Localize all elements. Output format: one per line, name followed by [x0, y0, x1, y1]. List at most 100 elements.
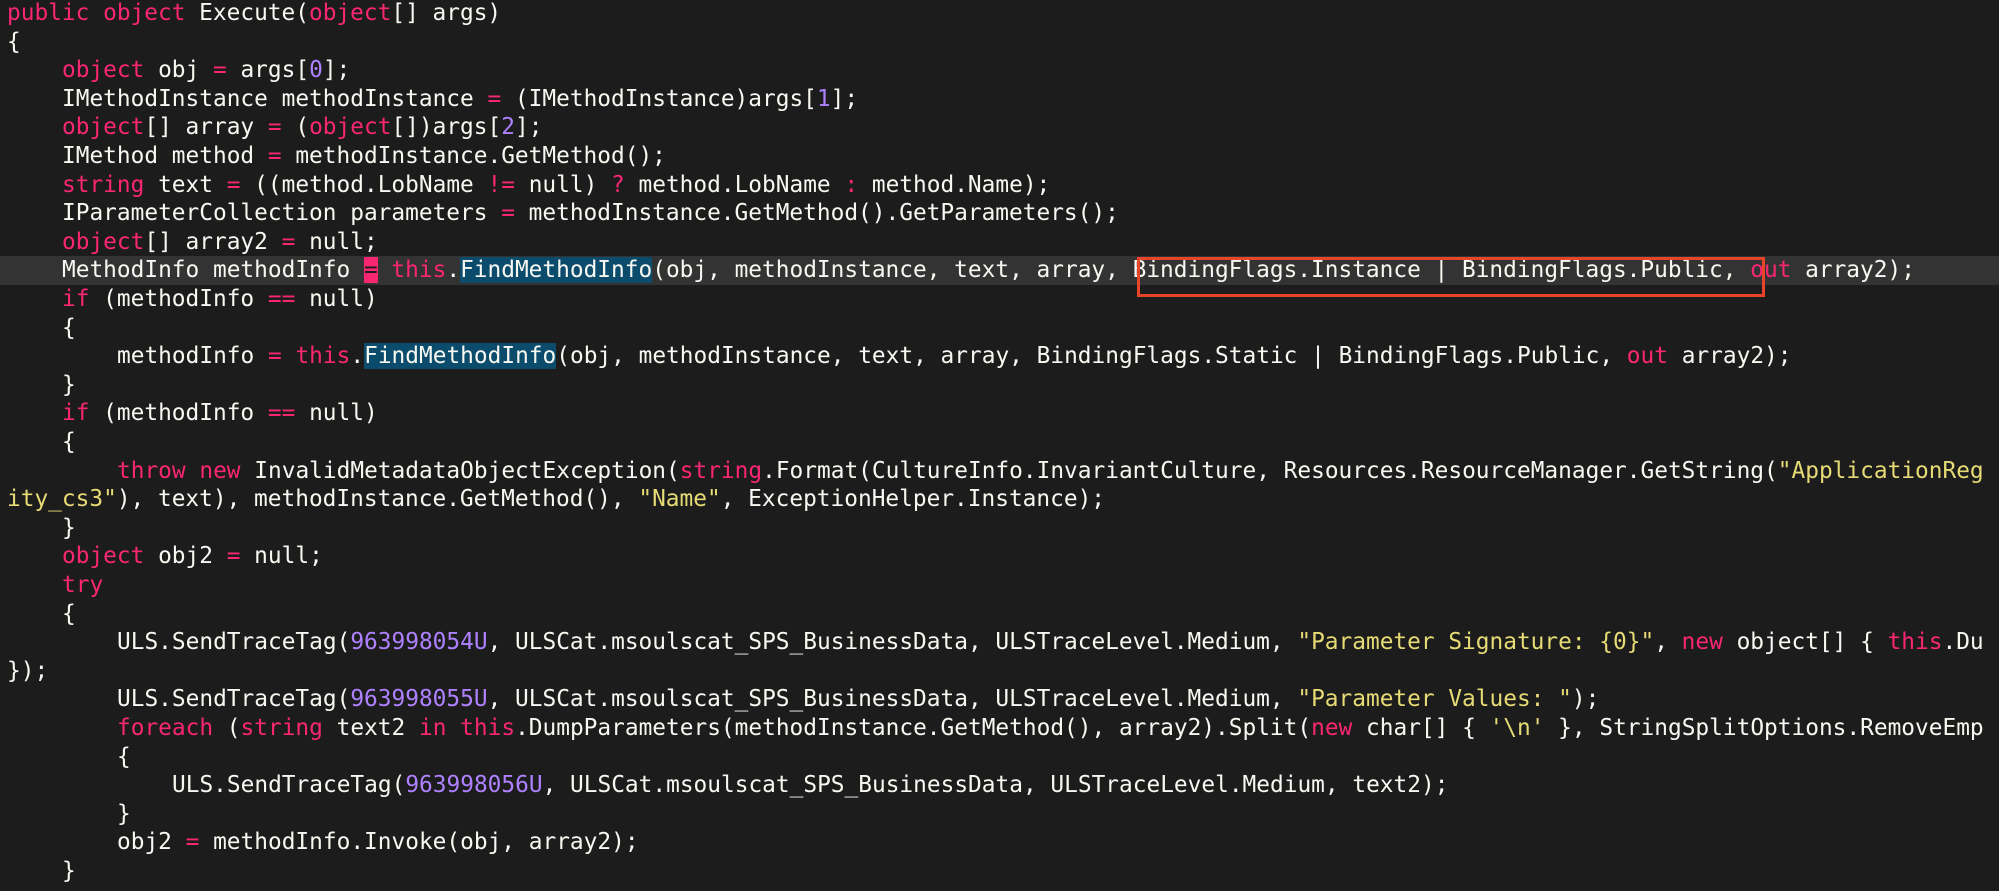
keyword-token: public — [7, 0, 90, 26]
punctuation-token: } — [62, 858, 76, 884]
keyword-token: object — [308, 0, 392, 26]
keyword-token: object — [62, 543, 145, 570]
identifier-token: ]; — [322, 57, 351, 84]
keyword-token: string — [62, 171, 145, 198]
cursor-token: = — [363, 257, 378, 284]
identifier-token: (IMethodInstance)args[ — [501, 85, 817, 112]
code-line[interactable]: } — [0, 800, 1999, 829]
code-line[interactable]: } — [0, 857, 1999, 886]
punctuation-token: { — [62, 314, 76, 341]
code-line[interactable]: IMethodInstance methodInstance = (IMetho… — [0, 85, 1999, 114]
identifier-token: IMethod method — [62, 143, 268, 169]
code-line[interactable]: IMethod method = methodInstance.GetMetho… — [0, 142, 1999, 171]
keyword-token: if — [62, 286, 90, 312]
code-line[interactable]: { — [0, 428, 1999, 457]
identifier-token: .Format(CultureInfo.InvariantCulture, Re… — [762, 457, 1778, 484]
identifier-token — [446, 715, 460, 741]
code-line[interactable]: } — [0, 514, 1999, 543]
keyword-token: string — [240, 715, 323, 741]
code-line[interactable]: try — [0, 571, 1999, 600]
keyword-token: if — [62, 400, 90, 427]
punctuation-token: } — [62, 371, 76, 398]
string-literal: "ApplicationReg — [1777, 457, 1984, 484]
identifier-token: MethodInfo methodInfo — [62, 257, 364, 284]
code-line[interactable]: ULS.SendTraceTag(963998055U, ULSCat.msou… — [0, 685, 1999, 714]
keyword-token: out — [1626, 343, 1668, 370]
code-line[interactable]: object[] array2 = null; — [0, 228, 1999, 257]
identifier-token: null) — [514, 171, 612, 198]
string-literal: ity_cs3" — [7, 486, 117, 513]
identifier-token: (obj, methodInstance, text, array, Bindi… — [652, 257, 1751, 284]
code-line[interactable]: { — [0, 314, 1999, 343]
keyword-token: try — [62, 572, 104, 598]
operator-token: = — [267, 114, 282, 141]
punctuation-token: { — [62, 600, 76, 627]
code-line[interactable]: object[] array = (object[])args[2]; — [0, 113, 1999, 142]
identifier-token: methodInfo — [117, 343, 268, 370]
keyword-token: object — [103, 0, 186, 26]
code-line[interactable]: ity_cs3"), text), methodInstance.GetMeth… — [0, 485, 1999, 514]
string-literal: "Name" — [638, 486, 721, 513]
identifier-token: ULS.SendTraceTag( — [117, 686, 351, 713]
identifier-token: obj2 — [144, 543, 227, 570]
code-line[interactable]: throw new InvalidMetadataObjectException… — [0, 457, 1999, 486]
code-line[interactable]: public object Execute(object[] args) — [0, 0, 1999, 28]
keyword-token: this — [1887, 629, 1943, 656]
code-line[interactable]: if (methodInfo == null) — [0, 399, 1999, 428]
keyword-token: throw — [117, 457, 186, 484]
identifier-token: ( — [213, 715, 241, 741]
code-line[interactable]: IParameterCollection parameters = method… — [0, 199, 1999, 228]
identifier-token: text2 — [322, 715, 419, 741]
code-line[interactable]: MethodInfo methodInfo = this.FindMethodI… — [0, 256, 1999, 285]
punctuation-token: { — [62, 429, 76, 455]
keyword-token: this — [295, 343, 351, 370]
keyword-token: object — [62, 228, 145, 255]
identifier-token — [186, 458, 200, 484]
code-line[interactable]: } — [0, 371, 1999, 400]
code-line[interactable]: string text = ((method.LobName != null) … — [0, 171, 1999, 200]
identifier-token: null) — [295, 286, 378, 312]
code-line[interactable]: { — [0, 600, 1999, 629]
code-line[interactable]: methodInfo = this.FindMethodInfo(obj, me… — [0, 342, 1999, 371]
identifier-token: }); — [7, 657, 49, 684]
operator-token: = — [267, 343, 282, 370]
operator-token: = — [185, 829, 200, 856]
identifier-token: ), text), methodInstance.GetMethod(), — [116, 486, 639, 513]
code-line[interactable]: }); — [0, 657, 1999, 686]
keyword-token: this — [460, 715, 516, 741]
operator-token: = — [487, 85, 502, 112]
keyword-token: foreach — [117, 715, 214, 741]
identifier-token: [])args[ — [391, 114, 502, 141]
keyword-token: out — [1750, 257, 1792, 284]
operator-token: = — [281, 228, 296, 255]
operator-token: = — [501, 200, 515, 227]
code-line[interactable]: object obj = args[0]; — [0, 56, 1999, 85]
code-line[interactable]: ULS.SendTraceTag(963998054U, ULSCat.msou… — [0, 628, 1999, 657]
string-literal: "Parameter Signature: {0}" — [1297, 629, 1655, 656]
number-literal: 963998054U — [350, 629, 488, 656]
identifier-token: ]; — [830, 85, 859, 112]
code-editor[interactable]: public object Execute(object[] args){obj… — [0, 0, 1999, 891]
identifier-token: array2); — [1667, 343, 1792, 370]
keyword-token: this — [391, 257, 447, 284]
code-line[interactable]: if (methodInfo == null) — [0, 285, 1999, 314]
identifier-token: . — [446, 257, 461, 284]
identifier-token: ( — [281, 114, 310, 141]
identifier-token: null) — [295, 400, 378, 427]
code-line[interactable]: { — [0, 743, 1999, 772]
code-line[interactable]: foreach (string text2 in this.DumpParame… — [0, 714, 1999, 743]
code-line[interactable]: { — [0, 28, 1999, 57]
identifier-token: args[ — [226, 57, 310, 84]
operator-token: : — [844, 171, 859, 198]
code-line[interactable]: obj2 = methodInfo.Invoke(obj, array2); — [0, 828, 1999, 857]
identifier-token: Execute( — [185, 0, 309, 26]
identifier-token: }, StringSplitOptions.RemoveEmp — [1544, 715, 1984, 741]
keyword-token: object — [62, 114, 145, 141]
operator-token: ? — [611, 171, 625, 198]
code-line[interactable]: ULS.SendTraceTag(963998056U, ULSCat.msou… — [0, 771, 1999, 800]
code-line[interactable]: object obj2 = null; — [0, 542, 1999, 571]
punctuation-token: { — [7, 28, 21, 55]
number-literal: 0 — [309, 57, 323, 84]
identifier-token: array2); — [1791, 257, 1915, 284]
operator-token: = — [226, 543, 241, 570]
